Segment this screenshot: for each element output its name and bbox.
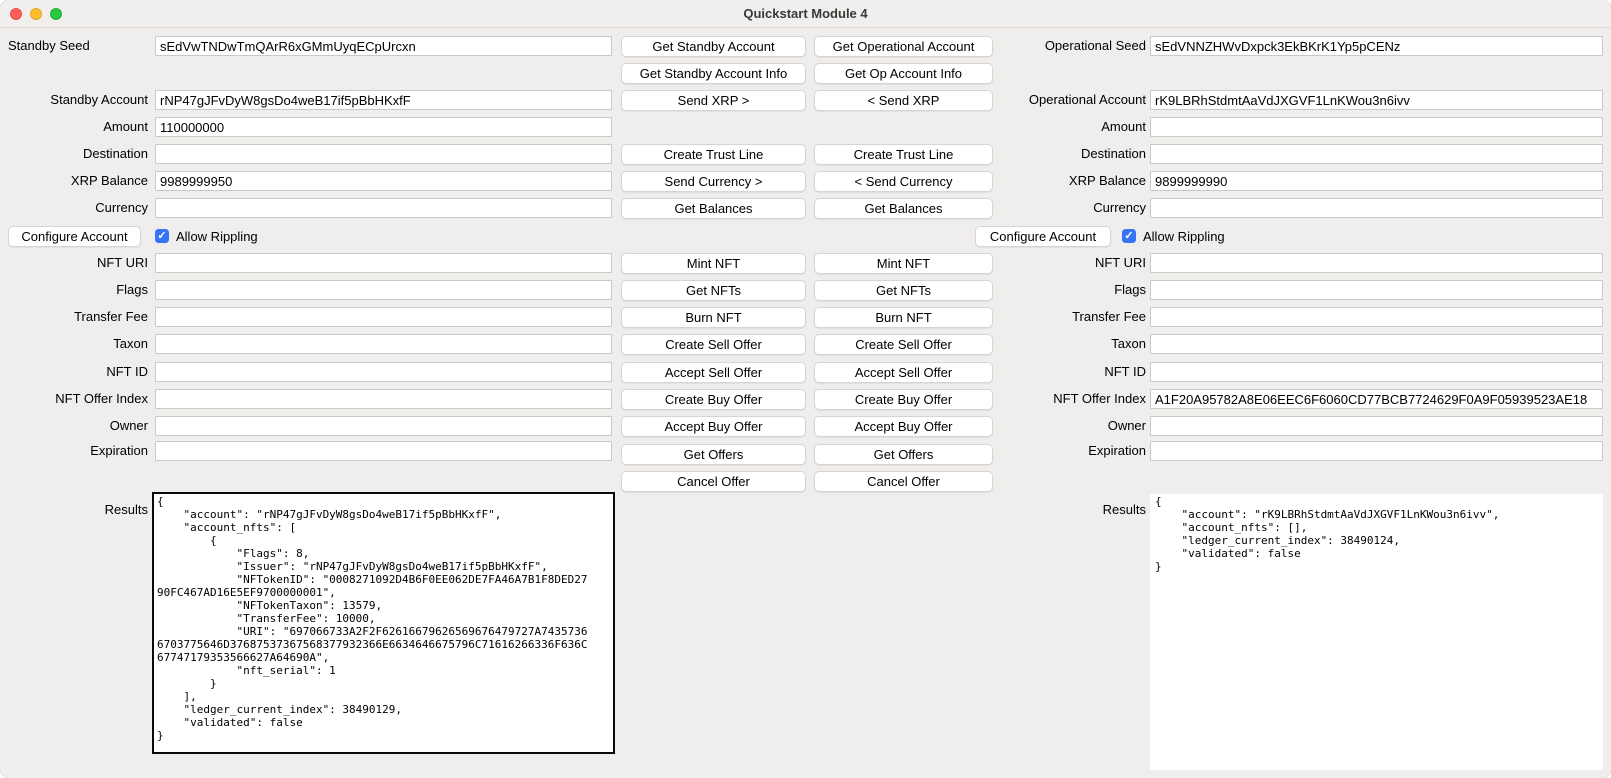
operational-configure-account-button[interactable]: Configure Account — [975, 226, 1111, 247]
standby-mint-nft-button[interactable]: Mint NFT — [621, 253, 806, 274]
zoom-button[interactable] — [50, 8, 62, 20]
operational-allow-rippling-label: Allow Rippling — [1143, 229, 1225, 244]
standby-allow-rippling-checkbox-row[interactable]: ✓ Allow Rippling — [155, 226, 258, 246]
window-title: Quickstart Module 4 — [0, 0, 1611, 28]
operational-destination-label: Destination — [958, 144, 1146, 164]
standby-allow-rippling-label: Allow Rippling — [176, 229, 258, 244]
standby-account-input[interactable] — [155, 90, 612, 110]
operational-flags-input[interactable] — [1150, 280, 1603, 300]
standby-accept-buy-offer-button[interactable]: Accept Buy Offer — [621, 416, 806, 437]
standby-results-text: { "account": "rNP47gJFvDyW8gsDo4weB17if5… — [157, 495, 610, 742]
operational-owner-input[interactable] — [1150, 416, 1603, 436]
standby-nft-offer-index-input[interactable] — [155, 389, 612, 409]
operational-xrp-balance-input[interactable] — [1150, 171, 1603, 191]
operational-nft-id-input[interactable] — [1150, 362, 1603, 382]
operational-nft-uri-input[interactable] — [1150, 253, 1603, 273]
operational-destination-input[interactable] — [1150, 144, 1603, 164]
standby-currency-input[interactable] — [155, 198, 612, 218]
standby-cancel-offer-button[interactable]: Cancel Offer — [621, 471, 806, 492]
operational-owner-label: Owner — [958, 416, 1146, 436]
standby-results-textarea[interactable]: { "account": "rNP47gJFvDyW8gsDo4weB17if5… — [152, 492, 615, 754]
standby-flags-label: Flags — [0, 280, 148, 300]
standby-create-buy-offer-button[interactable]: Create Buy Offer — [621, 389, 806, 410]
standby-taxon-input[interactable] — [155, 334, 612, 354]
operational-xrp-balance-label: XRP Balance — [958, 171, 1146, 191]
standby-nft-offer-index-label: NFT Offer Index — [0, 389, 148, 409]
get-standby-account-button[interactable]: Get Standby Account — [621, 36, 806, 57]
get-op-account-info-button[interactable]: Get Op Account Info — [814, 63, 993, 84]
standby-send-xrp-button[interactable]: Send XRP > — [621, 90, 806, 111]
operational-amount-input[interactable] — [1150, 117, 1603, 137]
standby-burn-nft-button[interactable]: Burn NFT — [621, 307, 806, 328]
operational-account-label: Operational Account — [958, 90, 1146, 110]
standby-flags-input[interactable] — [155, 280, 612, 300]
standby-destination-input[interactable] — [155, 144, 612, 164]
standby-send-currency-button[interactable]: Send Currency > — [621, 171, 806, 192]
standby-currency-label: Currency — [0, 198, 148, 218]
operational-seed-input[interactable] — [1150, 36, 1603, 56]
operational-currency-input[interactable] — [1150, 198, 1603, 218]
standby-seed-label: Standby Seed — [0, 36, 148, 56]
standby-results-label: Results — [0, 500, 148, 520]
operational-allow-rippling-checkbox[interactable]: ✓ — [1122, 229, 1136, 243]
standby-account-label: Standby Account — [0, 90, 148, 110]
standby-nft-uri-input[interactable] — [155, 253, 612, 273]
operational-taxon-input[interactable] — [1150, 334, 1603, 354]
standby-nft-uri-label: NFT URI — [0, 253, 148, 273]
standby-owner-input[interactable] — [155, 416, 612, 436]
standby-transfer-fee-label: Transfer Fee — [0, 307, 148, 327]
get-standby-account-info-button[interactable]: Get Standby Account Info — [621, 63, 806, 84]
close-button[interactable] — [10, 8, 22, 20]
standby-nft-id-label: NFT ID — [0, 362, 148, 382]
operational-results-label: Results — [958, 500, 1146, 520]
operational-allow-rippling-checkbox-row[interactable]: ✓ Allow Rippling — [1122, 226, 1225, 246]
standby-accept-sell-offer-button[interactable]: Accept Sell Offer — [621, 362, 806, 383]
operational-seed-label: Operational Seed — [958, 36, 1146, 56]
operational-nft-id-label: NFT ID — [958, 362, 1146, 382]
standby-allow-rippling-checkbox[interactable]: ✓ — [155, 229, 169, 243]
standby-nft-id-input[interactable] — [155, 362, 612, 382]
operational-flags-label: Flags — [958, 280, 1146, 300]
standby-destination-label: Destination — [0, 144, 148, 164]
standby-expiration-input[interactable] — [155, 441, 612, 461]
standby-configure-account-button[interactable]: Configure Account — [8, 226, 141, 247]
operational-currency-label: Currency — [958, 198, 1146, 218]
standby-seed-input[interactable] — [155, 36, 612, 56]
operational-transfer-fee-input[interactable] — [1150, 307, 1603, 327]
operational-cancel-offer-button[interactable]: Cancel Offer — [814, 471, 993, 492]
operational-account-input[interactable] — [1150, 90, 1603, 110]
standby-taxon-label: Taxon — [0, 334, 148, 354]
titlebar: Quickstart Module 4 — [0, 0, 1611, 28]
standby-create-trust-line-button[interactable]: Create Trust Line — [621, 144, 806, 165]
operational-transfer-fee-label: Transfer Fee — [958, 307, 1146, 327]
operational-nft-offer-index-input[interactable] — [1150, 389, 1603, 409]
operational-amount-label: Amount — [958, 117, 1146, 137]
operational-nft-offer-index-label: NFT Offer Index — [958, 389, 1146, 409]
app-window: Quickstart Module 4 Standby Seed Standby… — [0, 0, 1611, 778]
standby-expiration-label: Expiration — [0, 441, 148, 461]
standby-amount-label: Amount — [0, 117, 148, 137]
standby-xrp-balance-input[interactable] — [155, 171, 612, 191]
operational-results-textarea[interactable]: { "account": "rK9LBRhStdmtAaVdJXGVF1LnKW… — [1150, 494, 1603, 770]
operational-results-text: { "account": "rK9LBRhStdmtAaVdJXGVF1LnKW… — [1155, 495, 1598, 573]
standby-get-nfts-button[interactable]: Get NFTs — [621, 280, 806, 301]
minimize-button[interactable] — [30, 8, 42, 20]
operational-expiration-label: Expiration — [958, 441, 1146, 461]
operational-expiration-input[interactable] — [1150, 441, 1603, 461]
standby-amount-input[interactable] — [155, 117, 612, 137]
standby-transfer-fee-input[interactable] — [155, 307, 612, 327]
operational-taxon-label: Taxon — [958, 334, 1146, 354]
operational-nft-uri-label: NFT URI — [958, 253, 1146, 273]
standby-get-offers-button[interactable]: Get Offers — [621, 444, 806, 465]
standby-xrp-balance-label: XRP Balance — [0, 171, 148, 191]
standby-owner-label: Owner — [0, 416, 148, 436]
standby-get-balances-button[interactable]: Get Balances — [621, 198, 806, 219]
standby-create-sell-offer-button[interactable]: Create Sell Offer — [621, 334, 806, 355]
